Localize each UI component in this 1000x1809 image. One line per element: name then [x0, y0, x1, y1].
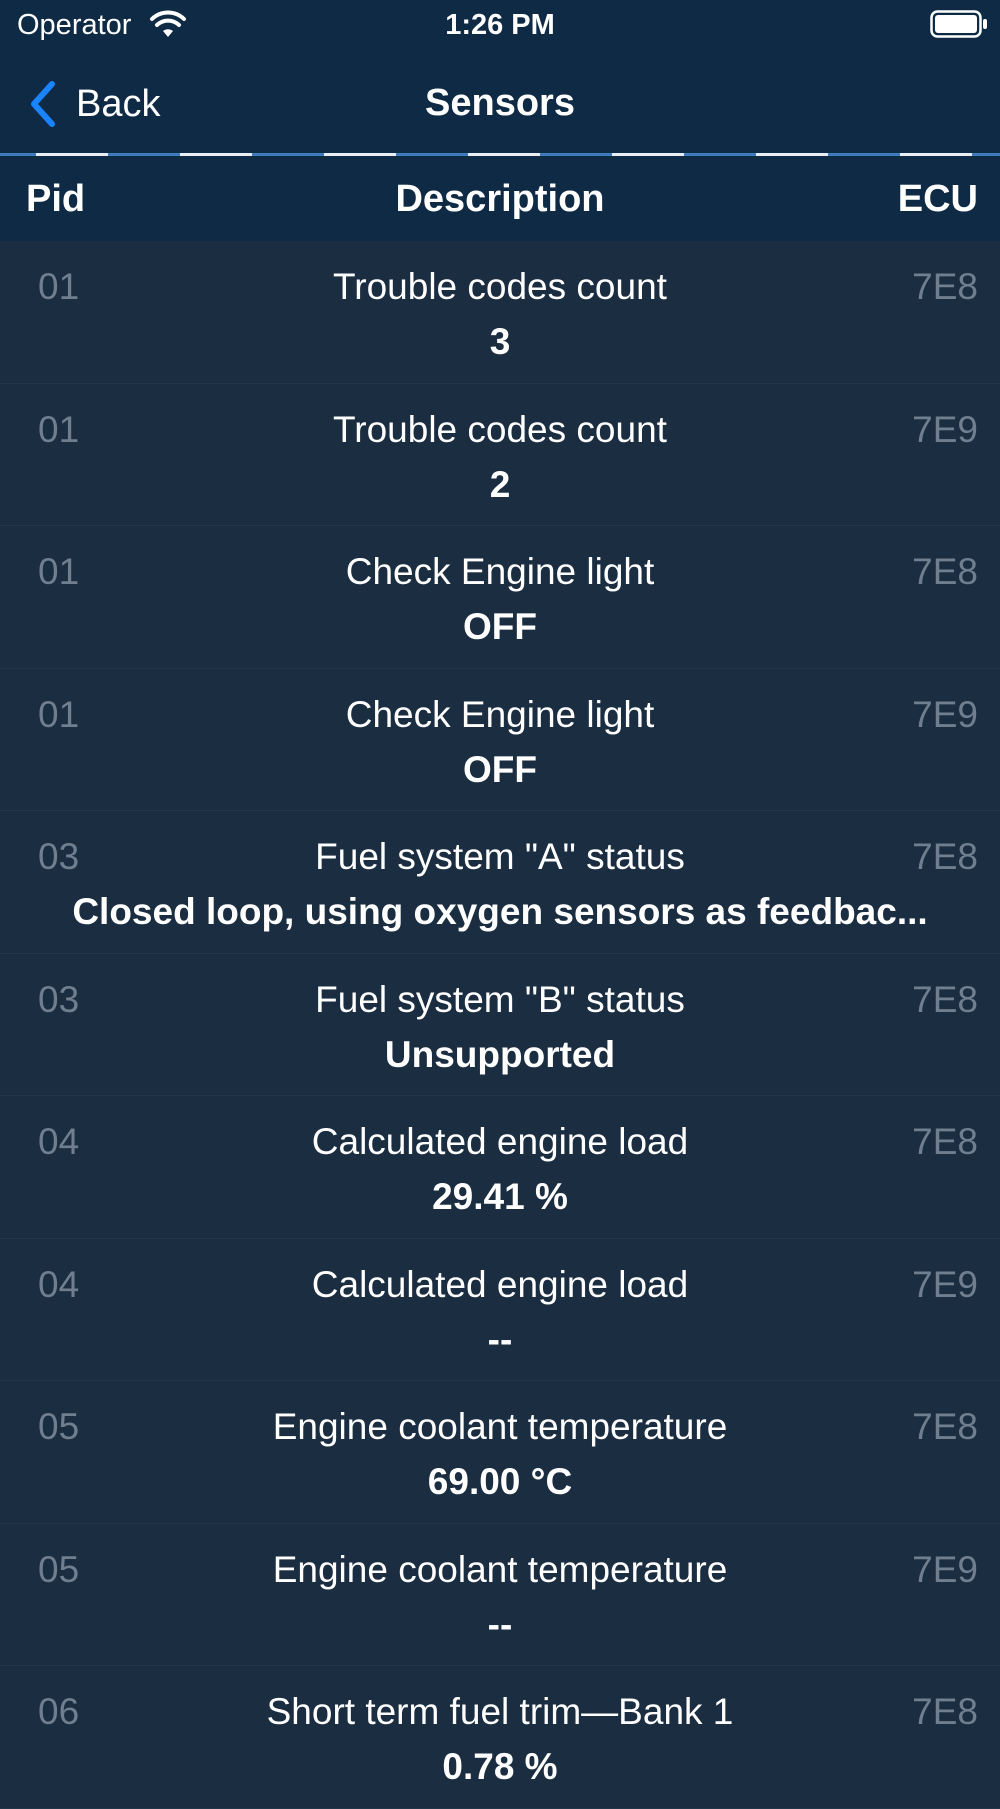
row-ecu: 7E9	[912, 1548, 978, 1590]
row-description: Check Engine light	[345, 551, 655, 592]
page-title: Sensors	[425, 82, 575, 124]
row-pid: 03	[38, 836, 80, 877]
row-value: Unsupported	[384, 1033, 616, 1075]
row-pid: 04	[38, 1121, 80, 1162]
row-description: Trouble codes count	[333, 408, 667, 450]
row-description: Fuel system "A" status	[315, 836, 685, 877]
sensor-list[interactable]: 01 Trouble codes count 7E8 3 01 Trouble …	[0, 241, 1000, 1809]
row-ecu: 7E9	[912, 693, 978, 735]
row-description: Engine coolant temperature	[272, 1548, 728, 1590]
sensor-row[interactable]: 04 Calculated engine load 7E8 29.41 %	[0, 1096, 1000, 1239]
status-time: 1:26 PM	[445, 9, 555, 41]
navigation-bar: Back Sensors	[0, 52, 1000, 155]
row-pid: 01	[38, 266, 80, 307]
sensor-row[interactable]: 04 Calculated engine load 7E9 --	[0, 1239, 1000, 1381]
status-bar: Operator 1:26 PM	[0, 0, 1000, 52]
sensor-row[interactable]: 06 Short term fuel trim—Bank 1 7E8 0.78 …	[0, 1666, 1000, 1809]
sensor-row[interactable]: 01 Check Engine light 7E8 OFF	[0, 526, 1000, 669]
row-value: Closed loop, using oxygen sensors as fee…	[72, 891, 928, 932]
row-pid: 04	[38, 1263, 80, 1305]
row-ecu: 7E8	[912, 1406, 978, 1447]
column-header: Pid Description ECU	[0, 156, 1000, 241]
row-ecu: 7E8	[912, 1691, 978, 1732]
row-ecu: 7E9	[912, 1263, 978, 1305]
sensor-row[interactable]: 01 Trouble codes count 7E8 3	[0, 241, 1000, 384]
sensor-row[interactable]: 01 Trouble codes count 7E9 2	[0, 384, 1000, 526]
row-description: Engine coolant temperature	[272, 1406, 728, 1447]
row-pid: 05	[38, 1548, 80, 1590]
row-pid: 01	[38, 551, 80, 592]
row-value: --	[487, 1318, 513, 1360]
row-ecu: 7E8	[912, 1121, 978, 1162]
row-ecu: 7E8	[912, 266, 978, 307]
sensor-row[interactable]: 05 Engine coolant temperature 7E9 --	[0, 1524, 1000, 1666]
row-value: 29.41 %	[432, 1176, 568, 1217]
column-ecu: ECU	[897, 178, 978, 220]
row-pid: 01	[38, 693, 80, 735]
sensor-row[interactable]: 01 Check Engine light 7E9 OFF	[0, 669, 1000, 811]
row-ecu: 7E8	[912, 551, 978, 592]
row-ecu: 7E8	[912, 978, 978, 1020]
row-pid: 06	[38, 1691, 80, 1732]
column-description: Description	[395, 178, 605, 220]
battery-icon	[930, 10, 987, 38]
row-description: Check Engine light	[345, 693, 655, 735]
row-ecu: 7E9	[912, 408, 978, 450]
row-pid: 05	[38, 1406, 80, 1447]
row-value: --	[487, 1603, 513, 1645]
row-pid: 03	[38, 978, 80, 1020]
row-value: OFF	[463, 606, 537, 647]
row-description: Short term fuel trim—Bank 1	[266, 1691, 734, 1732]
row-value: OFF	[463, 748, 537, 790]
row-description: Calculated engine load	[311, 1263, 689, 1305]
row-description: Trouble codes count	[333, 266, 667, 307]
row-value: 69.00 °C	[427, 1461, 573, 1502]
row-description: Fuel system "B" status	[315, 978, 685, 1020]
row-description: Calculated engine load	[311, 1121, 689, 1162]
sensor-row[interactable]: 05 Engine coolant temperature 7E8 69.00 …	[0, 1381, 1000, 1524]
row-value: 2	[489, 463, 511, 505]
row-pid: 01	[38, 408, 80, 450]
sensor-row[interactable]: 03 Fuel system "B" status 7E8 Unsupporte…	[0, 954, 1000, 1096]
row-value: 3	[489, 321, 511, 362]
sensor-row[interactable]: 03 Fuel system "A" status 7E8 Closed loo…	[0, 811, 1000, 954]
row-ecu: 7E8	[912, 836, 978, 877]
row-value: 0.78 %	[442, 1746, 558, 1787]
